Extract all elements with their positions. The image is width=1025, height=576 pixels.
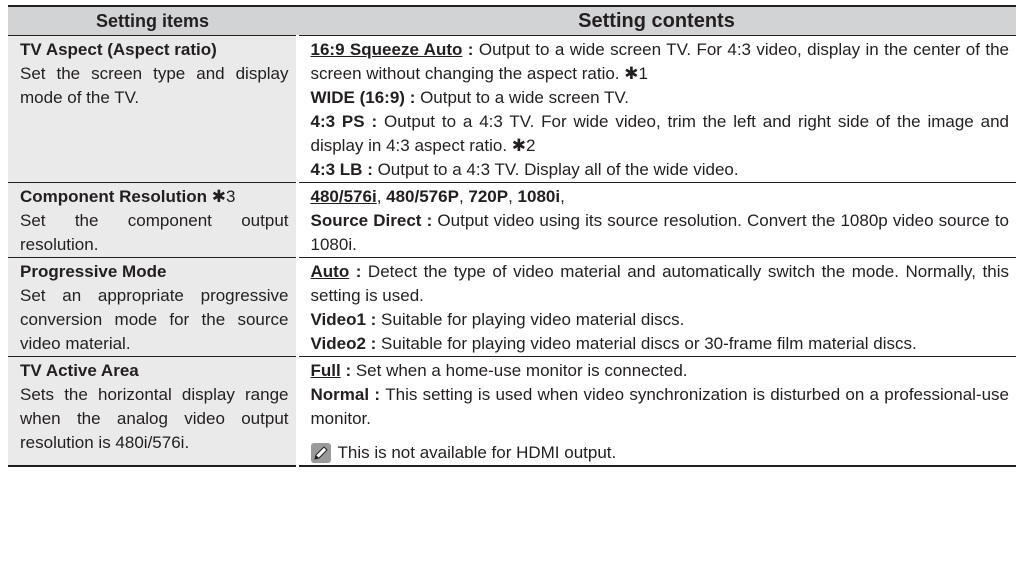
table-row: Component Resolution ✱3 Set the componen… <box>8 182 1016 258</box>
table-row: TV Active Area Sets the horizontal displ… <box>8 356 1016 467</box>
setting-item-description: Set the screen type and display mode of … <box>20 64 289 107</box>
setting-contents-cell: 480/576i, 480/576P, 720P, 1080i, Source … <box>295 182 1016 258</box>
option-line: WIDE (16:9) : Output to a wide screen TV… <box>311 86 1010 110</box>
note-line: This is not available for HDMI output. <box>310 441 1010 465</box>
option-line: Video1 : Suitable for playing video mate… <box>311 308 1010 332</box>
option-line: Source Direct : Output video using its s… <box>311 209 1010 257</box>
option-text: Suitable for playing video material disc… <box>381 334 917 353</box>
option-separator: : <box>340 361 356 380</box>
setting-item-name: TV Aspect (Aspect ratio) <box>20 40 217 59</box>
option-line: 4:3 LB : Output to a 4:3 TV. Display all… <box>311 158 1010 182</box>
option-text: Output to a 4:3 TV. Display all of the w… <box>377 160 739 179</box>
default-option-label: 16:9 Squeeze Auto <box>310 40 463 59</box>
option-text: Output to a wide screen TV. <box>420 88 629 107</box>
option-line: 4:3 PS : Output to a 4:3 TV. For wide vi… <box>311 110 1010 158</box>
option-separator: : <box>349 262 368 281</box>
option-separator: : <box>421 211 438 230</box>
resolution-options-line: 480/576i, 480/576P, 720P, 1080i, <box>310 187 565 206</box>
footnote-marker: ✱3 <box>206 187 236 206</box>
option-separator: : <box>365 334 382 353</box>
header-setting-items: Setting items <box>8 5 297 36</box>
setting-item-name: Progressive Mode <box>20 262 167 281</box>
option-line: Video2 : Suitable for playing video mate… <box>311 332 1010 356</box>
setting-item-cell: TV Aspect (Aspect ratio) Set the screen … <box>8 35 297 183</box>
note-text: This is not available for HDMI output. <box>337 443 617 462</box>
header-setting-contents: Setting contents <box>297 5 1016 36</box>
option-label: 4:3 PS <box>310 112 365 131</box>
option-label: 720P <box>468 187 509 206</box>
setting-item-cell: TV Active Area Sets the horizontal displ… <box>8 356 297 467</box>
default-option-label: 480/576i <box>310 187 377 206</box>
setting-item-name: TV Active Area <box>20 361 139 380</box>
option-separator: : <box>369 385 386 404</box>
setting-item-description: Set the component output resolution. <box>20 211 289 254</box>
option-label: Normal <box>310 385 370 404</box>
option-line: Auto : Detect the type of video material… <box>311 260 1010 308</box>
option-label: 480/576P <box>386 187 459 206</box>
option-separator: : <box>404 88 421 107</box>
setting-item-cell: Progressive Mode Set an appropriate prog… <box>8 257 297 357</box>
option-text: Output to a 4:3 TV. For wide video, trim… <box>310 112 1009 155</box>
option-line: Full : Set when a home-use monitor is co… <box>311 359 1010 383</box>
setting-item-description: Set an appropriate progressive conversio… <box>20 286 289 353</box>
option-label: 1080i <box>517 187 561 206</box>
setting-contents-cell: 16:9 Squeeze Auto : Output to a wide scr… <box>295 35 1016 183</box>
pencil-note-icon <box>310 443 331 463</box>
setting-contents-cell: Auto : Detect the type of video material… <box>295 257 1016 357</box>
option-label: WIDE (16:9) <box>310 88 405 107</box>
option-separator: : <box>462 40 479 59</box>
setting-item-heading: Component Resolution ✱3 <box>20 185 289 209</box>
option-label: Source Direct <box>310 211 422 230</box>
table-header-row: Setting items Setting contents <box>8 5 1016 36</box>
option-text: Suitable for playing video material disc… <box>381 310 685 329</box>
setting-item-name: Component Resolution <box>20 187 207 206</box>
table-row: TV Aspect (Aspect ratio) Set the screen … <box>8 35 1016 183</box>
setting-item-description: Sets the horizontal display range when t… <box>20 385 289 452</box>
default-option-label: Auto <box>310 262 350 281</box>
option-label: 4:3 LB <box>310 160 363 179</box>
option-separator: : <box>364 112 384 131</box>
option-text: Set when a home-use monitor is connected… <box>355 361 688 380</box>
option-label: Video1 <box>310 310 366 329</box>
setting-item-cell: Component Resolution ✱3 Set the componen… <box>8 182 297 258</box>
option-line: 16:9 Squeeze Auto : Output to a wide scr… <box>311 38 1010 86</box>
option-text: This setting is used when video synchron… <box>310 385 1010 428</box>
option-line: Normal : This setting is used when video… <box>311 383 1010 431</box>
option-text: Detect the type of video material and au… <box>310 262 1010 305</box>
option-label: Video2 <box>310 334 366 353</box>
option-separator: : <box>362 160 378 179</box>
option-separator: : <box>365 310 382 329</box>
settings-table: Setting items Setting contents TV Aspect… <box>8 5 1016 467</box>
setting-contents-cell: Full : Set when a home-use monitor is co… <box>295 356 1016 467</box>
table-row: Progressive Mode Set an appropriate prog… <box>8 257 1016 357</box>
default-option-label: Full <box>310 361 341 380</box>
